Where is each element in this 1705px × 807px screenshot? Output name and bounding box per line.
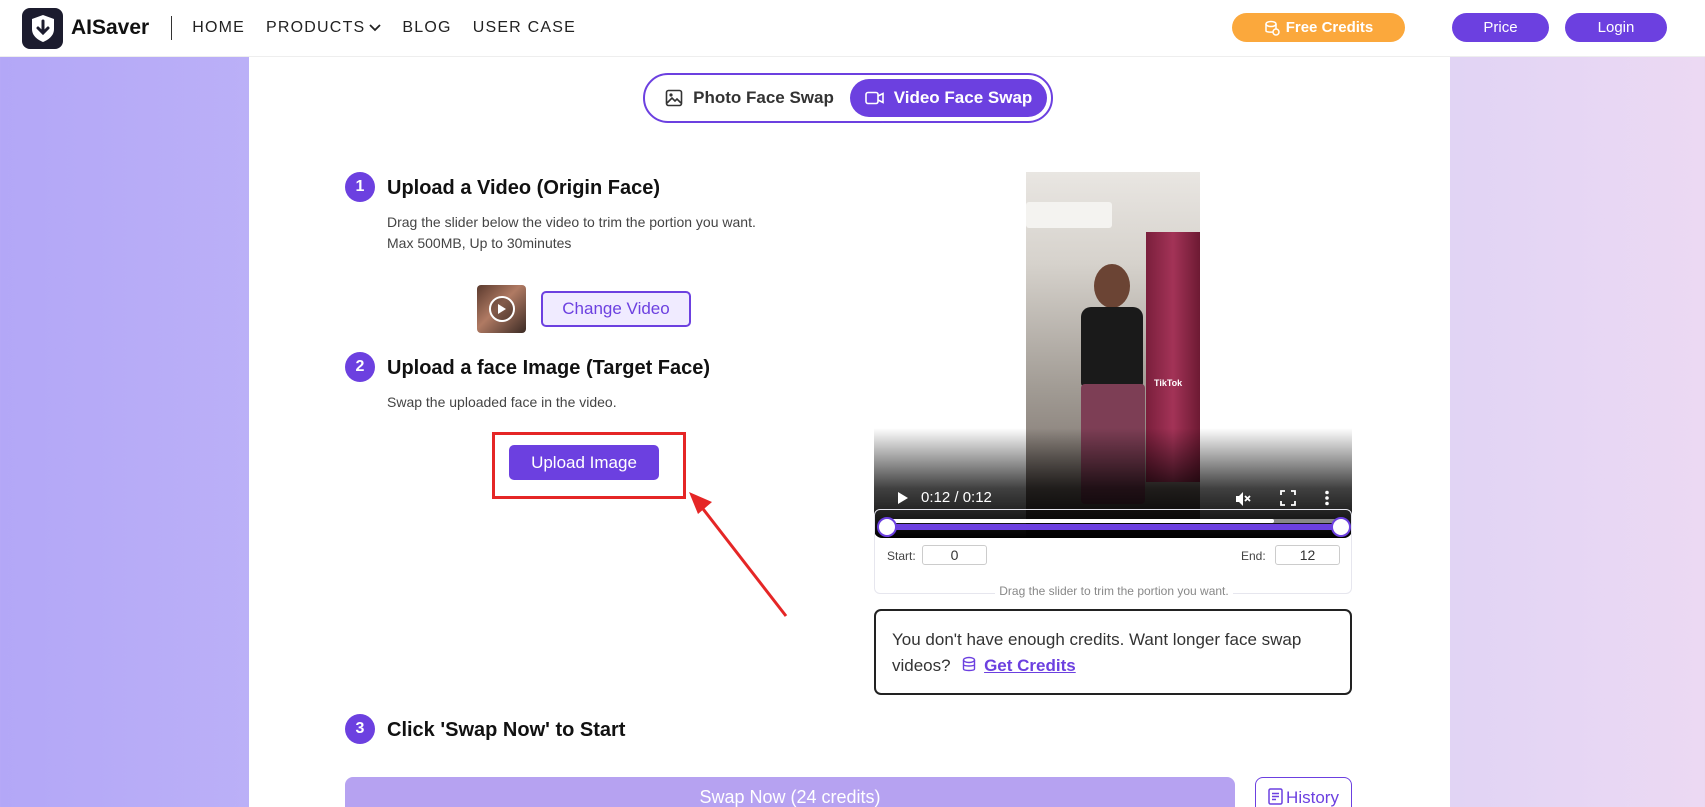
video-time: 0:12 / 0:12 [921,489,992,506]
video-scene-body [1081,307,1143,387]
get-credits-link[interactable]: Get Credits [984,656,1076,675]
credits-notice-text: You don't have enough credits. Want long… [892,630,1302,675]
nav-products[interactable]: PRODUCTS [266,19,382,37]
nav-home[interactable]: HOME [192,19,245,37]
video-player[interactable]: TikTok 0:12 / 0:12 [874,172,1352,538]
video-scene-ac [1026,202,1112,228]
step-1-title: Upload a Video (Origin Face) [387,177,661,199]
trim-start-label: Start: [887,549,916,563]
login-button[interactable]: Login [1565,13,1667,42]
more-options-icon[interactable] [1324,490,1330,506]
trim-start-input[interactable]: 0 [922,545,987,565]
change-video-button[interactable]: Change Video [541,291,691,327]
image-icon [665,89,683,107]
main-nav: HOME PRODUCTS BLOG USER CASE [192,19,597,37]
nav-blog[interactable]: BLOG [402,19,451,37]
video-camera-icon [864,91,884,105]
trim-start-handle[interactable] [877,517,897,537]
step-1-desc-line1: Drag the slider below the video to trim … [387,214,756,230]
nav-products-label: PRODUCTS [266,19,366,36]
nav-user-case[interactable]: USER CASE [473,19,576,37]
step-3-title: Click 'Swap Now' to Start [387,719,626,741]
mute-icon[interactable] [1234,490,1252,508]
coins-icon [963,656,976,672]
step-3-badge: 3 [345,714,375,744]
brand-logo[interactable]: AISaver [22,7,150,49]
video-thumbnail[interactable] [477,285,526,333]
upload-image-button[interactable]: Upload Image [509,445,659,480]
mode-switch: Photo Face Swap Video Face Swap [643,73,1053,123]
face-swap-panel: Photo Face Swap Video Face Swap 1 Upload… [249,57,1450,807]
step-2-title: Upload a face Image (Target Face) [387,357,711,379]
trim-end-label: End: [1241,549,1266,563]
price-button[interactable]: Price [1452,13,1549,42]
trim-end-handle[interactable] [1331,517,1351,537]
divider [171,16,173,40]
tiktok-watermark: TikTok [1154,378,1183,388]
brand-name: AISaver [71,16,150,39]
play-icon [488,296,515,322]
step-2-desc: Swap the uploaded face in the video. [387,394,617,410]
chevron-down-icon [369,24,382,32]
top-navbar: AISaver HOME PRODUCTS BLOG USER CASE Fre… [0,0,1705,57]
step-2-badge: 2 [345,352,375,382]
free-credits-button[interactable]: Free Credits [1232,13,1405,42]
history-label: History [1286,788,1339,807]
trim-range-track[interactable] [887,524,1341,530]
coins-icon [1264,20,1280,36]
tab-video-face-swap[interactable]: Video Face Swap [849,79,1047,117]
swap-now-button[interactable]: Swap Now (24 credits) [345,777,1235,807]
step-1-desc-line2: Max 500MB, Up to 30minutes [387,235,572,251]
tab-photo-face-swap[interactable]: Photo Face Swap [649,79,850,117]
trim-slider-box: Start: 0 End: 12 Drag the slider to trim… [874,509,1352,598]
tab-video-label: Video Face Swap [893,88,1033,107]
free-credits-label: Free Credits [1285,19,1374,36]
fullscreen-icon[interactable] [1280,490,1296,506]
trim-end-input[interactable]: 12 [1275,545,1340,565]
document-list-icon [1268,788,1283,805]
play-icon[interactable] [896,490,910,506]
tab-photo-label: Photo Face Swap [693,88,834,107]
video-scene-head [1094,264,1130,308]
step-1-badge: 1 [345,172,375,202]
credits-notice: You don't have enough credits. Want long… [874,609,1352,695]
trim-hint-text: Drag the slider to trim the portion you … [995,584,1233,598]
download-shield-icon [22,7,63,49]
trim-hint: Drag the slider to trim the portion you … [875,584,1353,598]
history-button[interactable]: History [1255,777,1352,807]
